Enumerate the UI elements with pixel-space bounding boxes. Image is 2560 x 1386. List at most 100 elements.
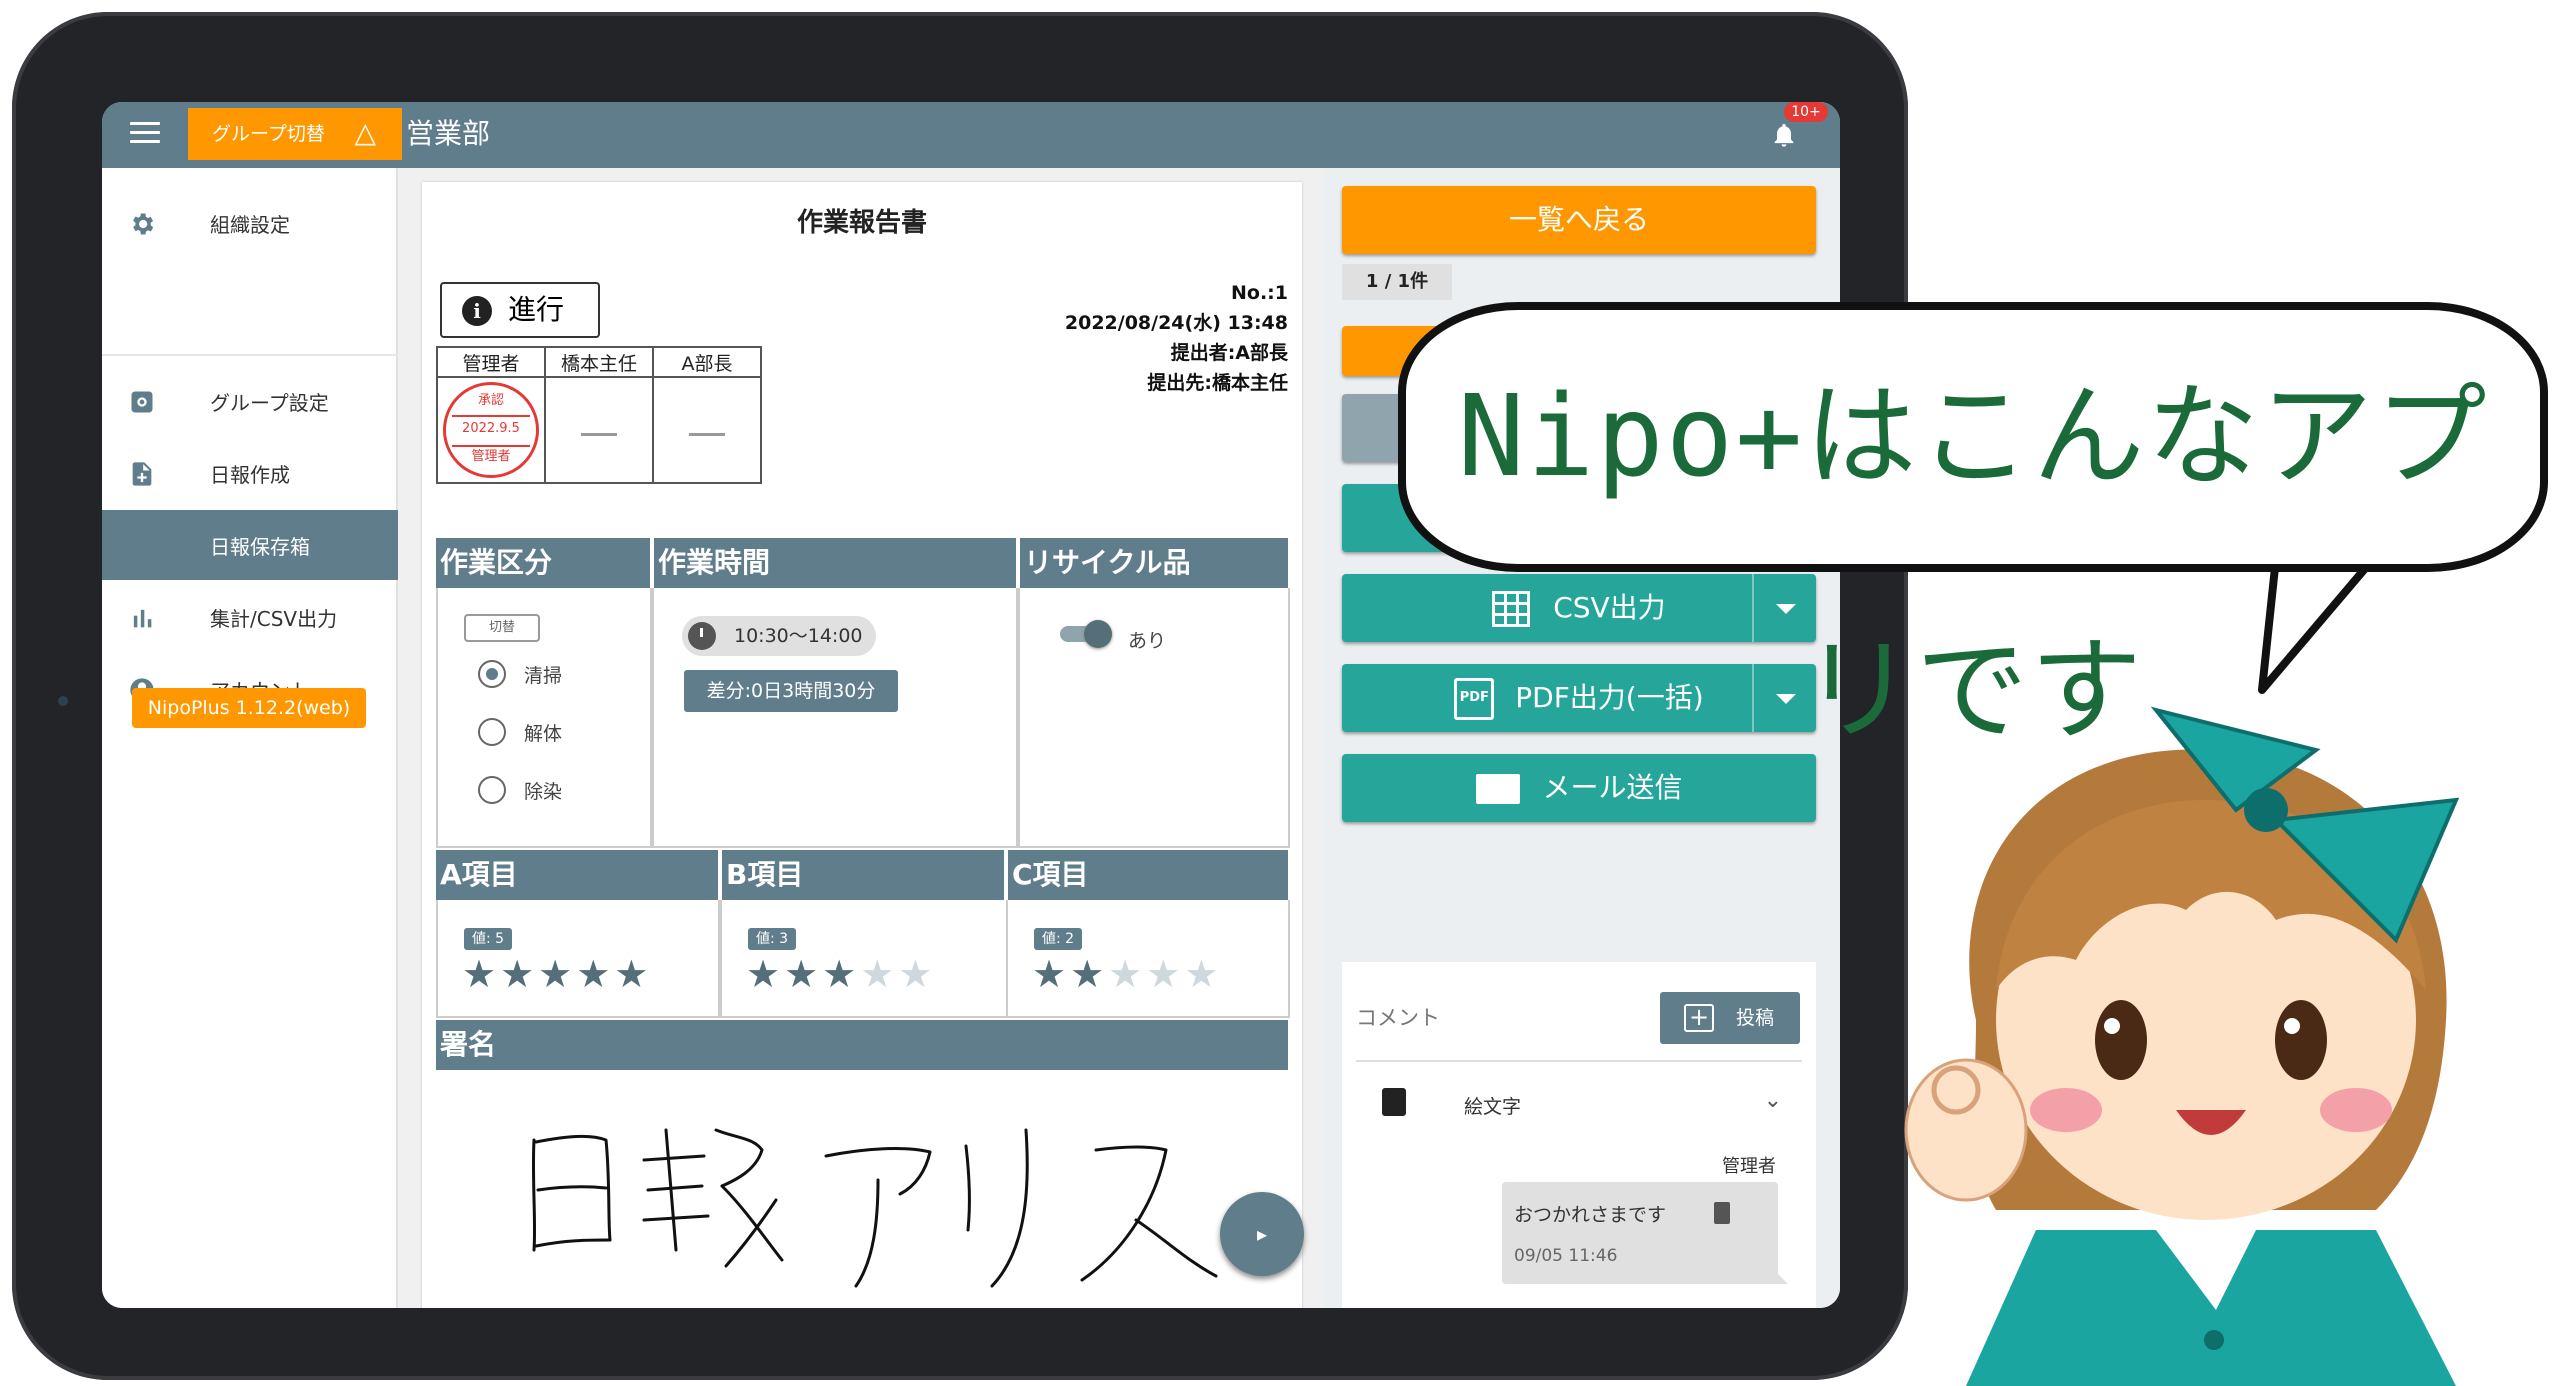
back-to-list-button[interactable]: 一覧へ戻る <box>1342 186 1816 254</box>
star-empty-icon[interactable]: ★ <box>1184 952 1222 996</box>
time-range-chip[interactable]: 10:30〜14:00 <box>682 616 876 656</box>
star-filled-icon[interactable]: ★ <box>538 952 576 996</box>
trash-icon[interactable] <box>1714 1202 1730 1224</box>
star-filled-icon[interactable]: ★ <box>746 952 784 996</box>
star-filled-icon[interactable]: ★ <box>784 952 822 996</box>
group-switch-label: グループ切替 <box>212 123 325 145</box>
star-empty-icon[interactable]: ★ <box>898 952 936 996</box>
rating-value-chip: 値: 2 <box>1034 928 1083 950</box>
work-type-body: 切替 清掃 解体 除染 <box>436 588 652 848</box>
sidebar-item-group-settings[interactable]: グループ設定 <box>102 366 398 436</box>
sidebar-item-label: 組織設定 <box>210 212 290 237</box>
star-empty-icon[interactable]: ★ <box>1108 952 1146 996</box>
star-filled-icon[interactable]: ★ <box>1070 952 1108 996</box>
department-title: 営業部 <box>406 117 491 150</box>
next-page-button[interactable]: ▸ <box>1220 1192 1304 1276</box>
star-filled-icon[interactable]: ★ <box>1032 952 1070 996</box>
radio-option-dismantle[interactable]: 解体 <box>478 718 562 746</box>
pager-indicator: 1 / 1件 <box>1342 264 1452 300</box>
comment-bubble: おつかれさまです 09/05 11:46 <box>1502 1182 1788 1284</box>
recycle-body: あり <box>1018 588 1290 848</box>
signature-area[interactable] <box>436 1070 1290 1308</box>
pdf-export-label: PDF出力(一括) <box>1515 681 1704 714</box>
group-switch-button[interactable]: グループ切替 △ <box>188 108 402 160</box>
rating-c-body: 値: 2 ★★★★★ <box>1006 900 1290 1018</box>
info-icon: i <box>462 296 492 326</box>
report-number: No.:1 <box>1231 282 1288 304</box>
clock-icon <box>688 622 716 650</box>
csv-export-button[interactable]: CSV出力 <box>1342 574 1816 642</box>
approval-cell-a-manager[interactable] <box>652 376 762 484</box>
star-filled-icon[interactable]: ★ <box>576 952 614 996</box>
clipboard-icon <box>1382 1088 1406 1116</box>
approval-stamp: 承認 2022.9.5 管理者 <box>443 382 539 478</box>
star-filled-icon[interactable]: ★ <box>462 952 500 996</box>
star-rating-c[interactable]: ★★★★★ <box>1032 952 1222 996</box>
approval-cell-hashimoto[interactable] <box>544 376 654 484</box>
approval-header: 橋本主任 <box>544 346 654 378</box>
radio-circle <box>478 718 506 746</box>
sidebar-item-report-box[interactable]: 日報保存箱 <box>102 510 398 580</box>
file-add-icon <box>132 462 152 486</box>
approval-table: 管理者 橋本主任 A部長 承認 2022.9.5 管理者 <box>436 346 762 484</box>
status-label: 進行 <box>508 293 565 326</box>
sidebar-item-org-settings[interactable]: 組織設定 <box>102 188 398 258</box>
emoji-expander[interactable]: 絵文字 ⌄ <box>1356 1076 1802 1132</box>
speech-bubble: Nipo+はこんなアプリです <box>1398 302 2548 756</box>
star-filled-icon[interactable]: ★ <box>822 952 860 996</box>
comment-card: コメント + 投稿 絵文字 ⌄ 管理者 おつかれさまです 09/05 11:46 <box>1342 962 1816 1308</box>
post-comment-label: 投稿 <box>1736 1007 1775 1029</box>
chevron-down-icon: ⌄ <box>1763 1088 1782 1113</box>
version-badge[interactable]: NipoPlus 1.12.2(web) <box>132 688 366 728</box>
comment-divider <box>1356 1060 1802 1062</box>
toggle-switch-chip[interactable]: 切替 <box>464 614 540 642</box>
add-box-icon: + <box>1684 1004 1714 1032</box>
post-comment-button[interactable]: + 投稿 <box>1660 992 1800 1044</box>
sidebar: 組織設定 グループ設定 日報作成 日報保存箱 集計/CSV出力 アカウント <box>102 168 398 1308</box>
work-time-body: 10:30〜14:00 差分:0日3時間30分 <box>652 588 1018 848</box>
send-mail-button[interactable]: メール送信 <box>1342 754 1816 822</box>
comment-timestamp: 09/05 11:46 <box>1514 1246 1618 1266</box>
star-rating-b[interactable]: ★★★★★ <box>746 952 936 996</box>
speech-bubble-text: Nipo+はこんなアプリです <box>1457 372 2489 756</box>
empty-dash <box>689 433 725 436</box>
star-filled-icon[interactable]: ★ <box>500 952 538 996</box>
star-rating-a[interactable]: ★★★★★ <box>462 952 652 996</box>
gear-box-icon <box>131 391 153 413</box>
section-header-recycle: リサイクル品 <box>1020 538 1288 588</box>
stamp-top-text: 承認 <box>477 393 504 408</box>
rating-b-body: 値: 3 ★★★★★ <box>720 900 1008 1018</box>
pdf-export-button[interactable]: PDF PDF出力(一括) <box>1342 664 1816 732</box>
star-empty-icon[interactable]: ★ <box>860 952 898 996</box>
recycle-toggle-switch[interactable] <box>1060 620 1112 648</box>
status-button[interactable]: i 進行 <box>440 282 600 338</box>
section-header-c-item: C項目 <box>1008 850 1288 900</box>
tablet-frame: グループ切替 △ 営業部 10+ 組織設定 グループ設定 日報作成 日報保存箱 … <box>12 12 1908 1380</box>
app-screen: グループ切替 △ 営業部 10+ 組織設定 グループ設定 日報作成 日報保存箱 … <box>102 102 1840 1308</box>
section-header-signature: 署名 <box>436 1020 1288 1070</box>
star-empty-icon[interactable]: ★ <box>1146 952 1184 996</box>
sidebar-item-label: グループ設定 <box>210 390 329 415</box>
sidebar-divider <box>102 354 398 356</box>
report-title: 作業報告書 <box>796 208 927 238</box>
bell-icon[interactable] <box>1770 120 1798 150</box>
mascot-girl-illustration <box>1904 706 2460 1386</box>
hamburger-menu-icon[interactable] <box>130 122 160 146</box>
sidebar-item-label: 日報保存箱 <box>210 534 310 559</box>
comment-title: コメント <box>1356 1006 1440 1030</box>
sidebar-item-label: 集計/CSV出力 <box>210 606 338 631</box>
radio-option-decontam[interactable]: 除染 <box>478 776 562 804</box>
section-header-b-item: B項目 <box>722 850 1004 900</box>
radio-circle <box>478 660 506 688</box>
sidebar-item-create-report[interactable]: 日報作成 <box>102 438 398 508</box>
report-meta: No.:1 2022/08/24(水) 13:48 提出者:A部長 提出先:橋本… <box>1065 278 1288 398</box>
emoji-label: 絵文字 <box>1464 1096 1522 1118</box>
section-header-work-time: 作業時間 <box>654 538 1016 588</box>
sidebar-item-aggregate-csv[interactable]: 集計/CSV出力 <box>102 582 398 652</box>
approval-cell-admin[interactable]: 承認 2022.9.5 管理者 <box>436 376 546 484</box>
star-filled-icon[interactable]: ★ <box>614 952 652 996</box>
app-bar: グループ切替 △ 営業部 10+ <box>102 102 1840 168</box>
stamp-bottom-text: 管理者 <box>471 449 511 464</box>
radio-circle <box>478 776 506 804</box>
radio-option-cleaning[interactable]: 清掃 <box>478 660 562 688</box>
